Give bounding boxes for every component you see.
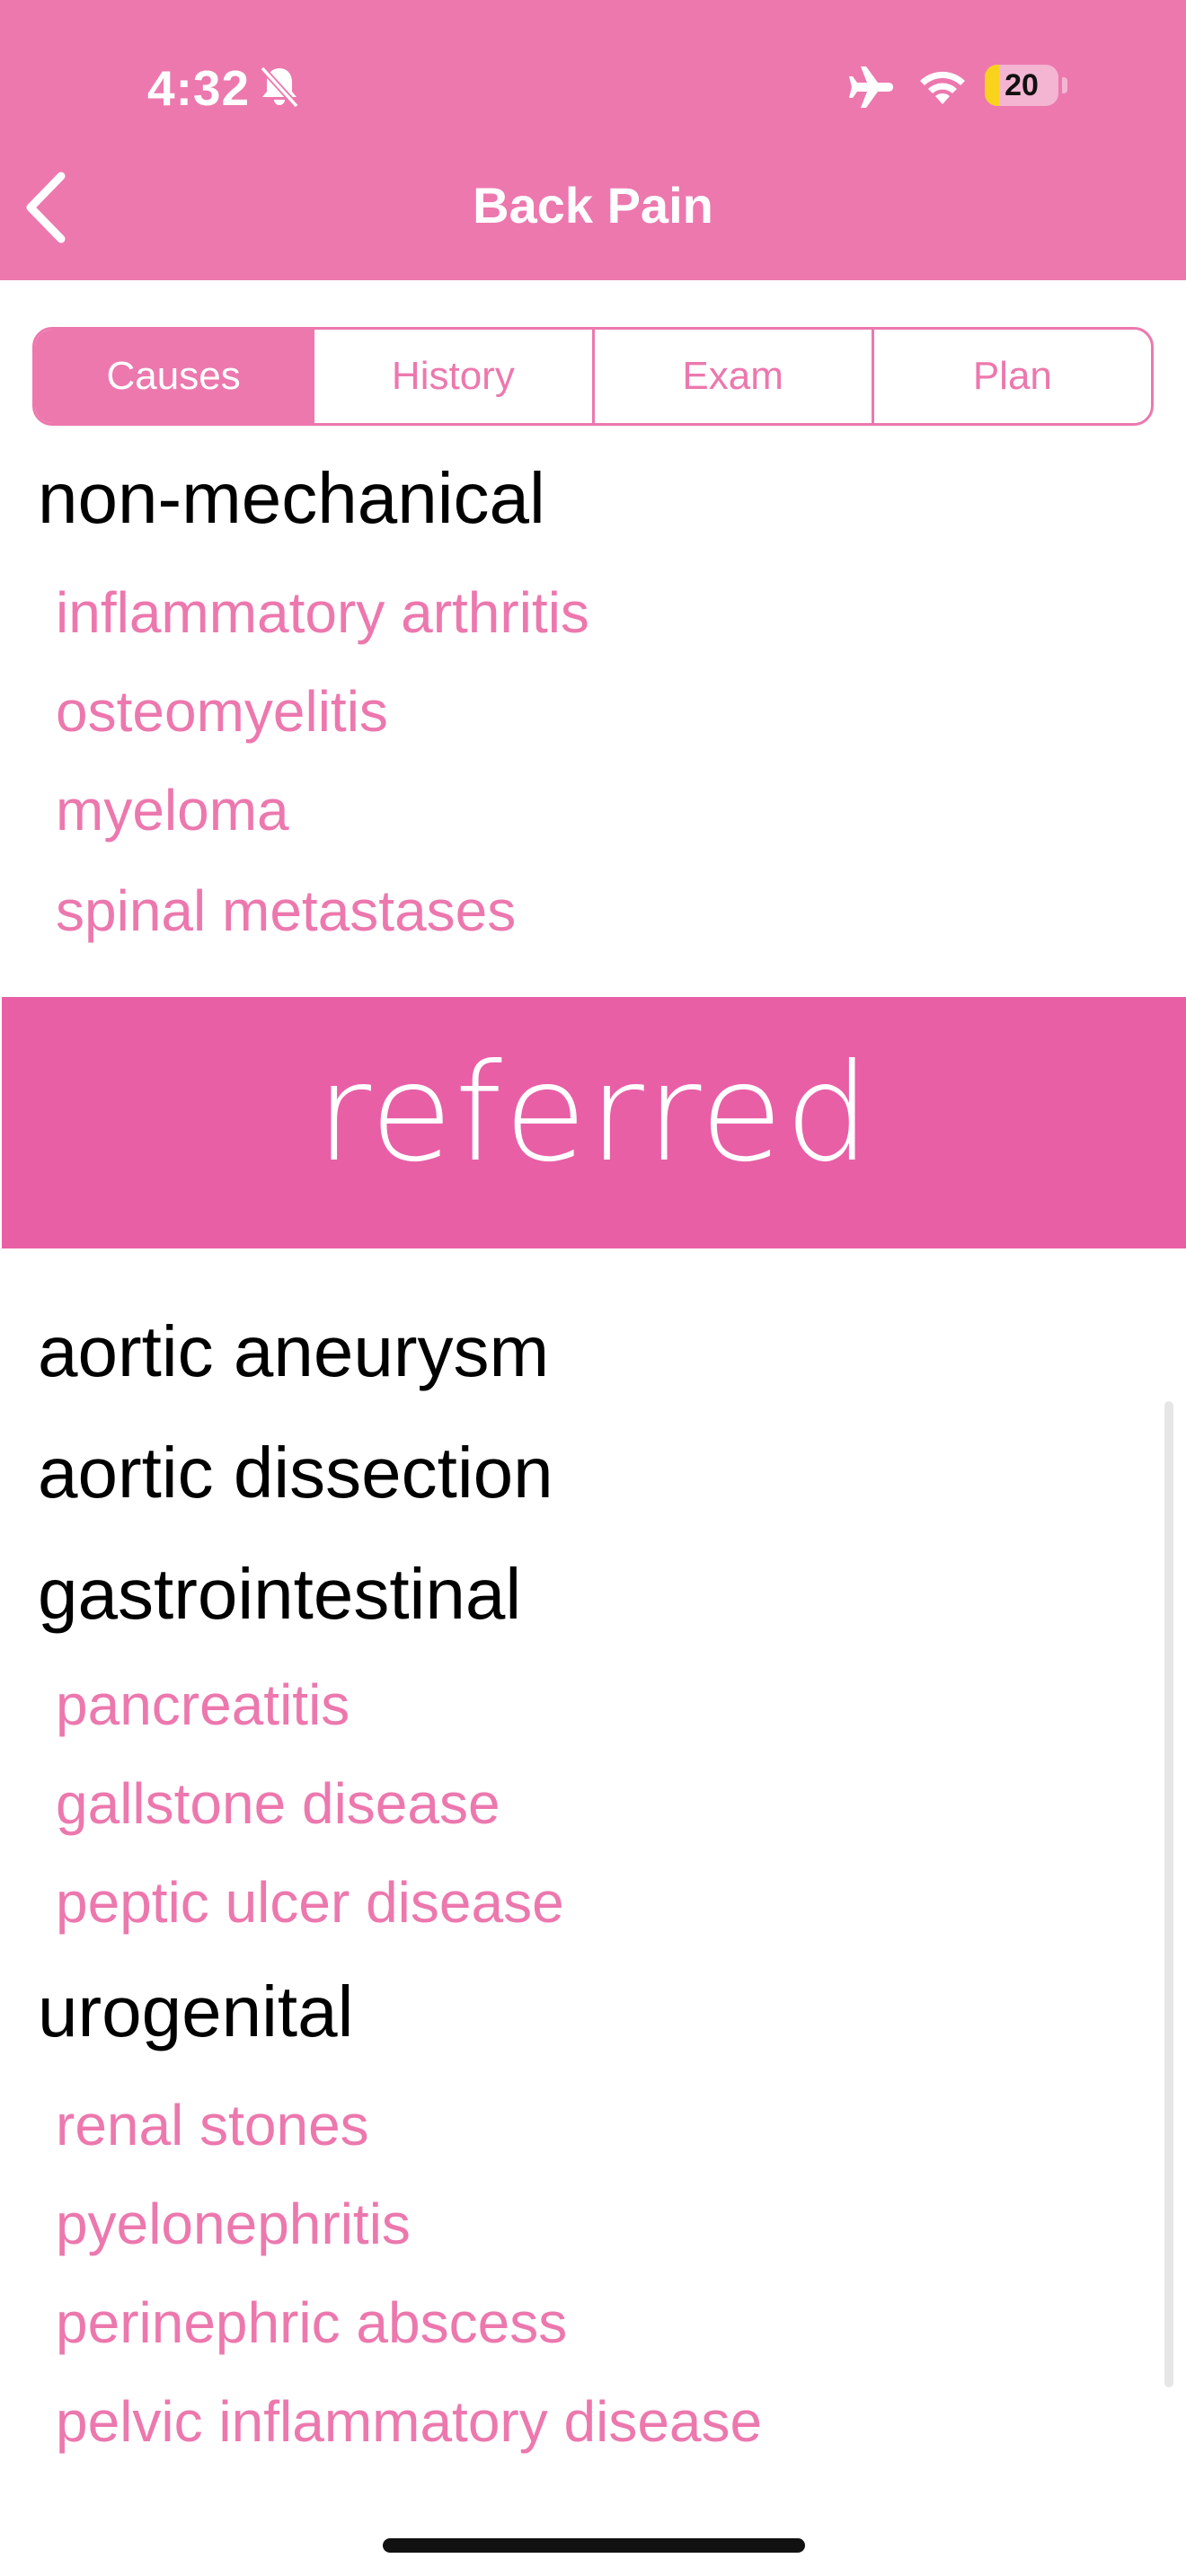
scrollbar[interactable] <box>1164 1401 1173 2387</box>
list-item-pyelonephritis[interactable]: pyelonephritis <box>56 2195 411 2253</box>
list-item-osteomyelitis[interactable]: osteomyelitis <box>56 683 388 740</box>
list-item-perinephric-abscess[interactable]: perinephric abscess <box>56 2294 567 2351</box>
list-item-myeloma[interactable]: myeloma <box>56 781 289 839</box>
list-item-pancreatitis[interactable]: pancreatitis <box>56 1676 350 1734</box>
list-item-renal-stones[interactable]: renal stones <box>56 2096 369 2154</box>
bell-slash-icon <box>260 66 299 109</box>
battery-cap <box>1062 77 1067 93</box>
tab-history[interactable]: History <box>312 330 591 423</box>
airplane-icon <box>849 66 893 108</box>
list-item-spinal-metastases[interactable]: spinal metastases <box>56 882 516 940</box>
tab-causes[interactable]: Causes <box>35 330 313 423</box>
battery-icon: 20 <box>985 65 1058 106</box>
home-indicator[interactable] <box>383 2538 805 2553</box>
section-heading-non-mechanical: non-mechanical <box>38 458 545 538</box>
list-item-inflammatory-arthritis[interactable]: inflammatory arthritis <box>56 584 589 641</box>
heading-aortic-aneurysm: aortic aneurysm <box>38 1311 550 1391</box>
section-banner-referred: referred <box>2 997 1186 1248</box>
heading-aortic-dissection: aortic dissection <box>38 1433 553 1513</box>
page-title: Back Pain <box>473 177 713 234</box>
battery-level: 20 <box>1005 68 1039 102</box>
navigation-header: 4:32 20 Back Pain <box>0 0 1186 280</box>
section-heading-urogenital: urogenital <box>38 1972 354 2051</box>
tab-bar: Causes History Exam Plan <box>32 327 1154 426</box>
tab-plan[interactable]: Plan <box>871 330 1151 423</box>
status-time: 4:32 <box>147 60 251 116</box>
list-item-gallstone-disease[interactable]: gallstone disease <box>56 1775 500 1832</box>
list-item-peptic-ulcer-disease[interactable]: peptic ulcer disease <box>56 1874 564 1931</box>
section-heading-gastrointestinal: gastrointestinal <box>38 1554 522 1634</box>
wifi-icon <box>920 71 965 104</box>
tab-exam[interactable]: Exam <box>591 330 872 423</box>
banner-title: referred <box>315 1036 872 1192</box>
list-item-pelvic-inflammatory-disease[interactable]: pelvic inflammatory disease <box>56 2393 762 2450</box>
